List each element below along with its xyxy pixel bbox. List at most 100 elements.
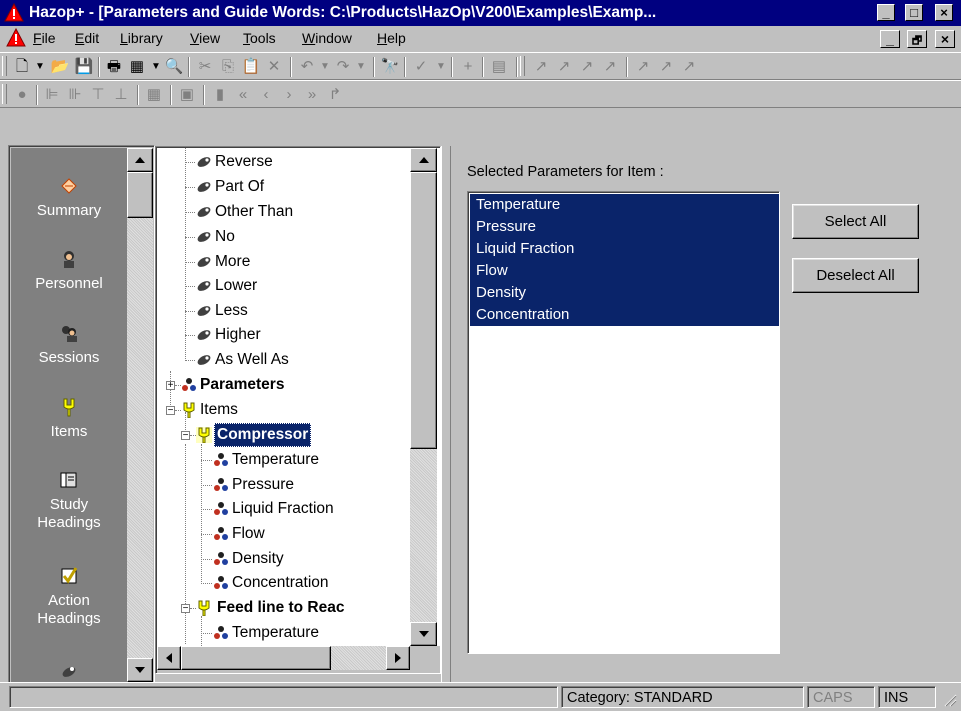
tree-items-node[interactable]: − Items bbox=[157, 398, 441, 422]
tree-guide-word-reverse[interactable]: Reverse bbox=[157, 150, 441, 174]
align-right-icon[interactable]: ⊪ bbox=[65, 85, 85, 105]
mdi-restore-button[interactable]: 🗗 bbox=[907, 30, 927, 48]
new-icon[interactable]: 🗋 bbox=[12, 57, 32, 77]
library-tree[interactable]: Reverse Part Of Other Than No More Lower… bbox=[157, 148, 441, 646]
tree-guide-word-more[interactable]: More bbox=[157, 250, 441, 274]
redo-dropdown-icon[interactable]: ▼ bbox=[351, 57, 371, 77]
tool-c-icon[interactable]: ↗ bbox=[577, 57, 597, 77]
tree-guide-word-lower[interactable]: Lower bbox=[157, 274, 441, 298]
tree-hscrollbar[interactable] bbox=[157, 646, 410, 670]
record-icon[interactable]: ● bbox=[12, 85, 32, 105]
list-item-pressure[interactable]: Pressure bbox=[470, 216, 779, 238]
tool-f-icon[interactable]: ↗ bbox=[656, 57, 676, 77]
tree-scroll-down-button[interactable] bbox=[410, 622, 437, 646]
spellcheck-dropdown-icon[interactable]: ▼ bbox=[431, 57, 451, 77]
tree-param-pressure[interactable]: Pressure bbox=[157, 473, 441, 497]
nav-sessions[interactable]: Sessions bbox=[11, 323, 127, 367]
tool-a-icon[interactable]: ↗ bbox=[531, 57, 551, 77]
cut-icon[interactable]: ✂ bbox=[195, 57, 215, 77]
tool-g-icon[interactable]: ↗ bbox=[679, 57, 699, 77]
nav-scroll-up-button[interactable] bbox=[127, 148, 153, 172]
frame-icon[interactable]: ▣ bbox=[177, 85, 197, 105]
redo-icon[interactable]: ↷ bbox=[333, 57, 353, 77]
print-layout-icon[interactable]: ▦ bbox=[127, 57, 147, 77]
paste-icon[interactable]: 📋 bbox=[241, 57, 261, 77]
list-item-concentration[interactable]: Concentration bbox=[470, 304, 779, 326]
nav-scroll-thumb[interactable] bbox=[127, 172, 153, 218]
tree-scroll-left-button[interactable] bbox=[157, 646, 181, 670]
list-item-liquid-fraction[interactable]: Liquid Fraction bbox=[470, 238, 779, 260]
new-dropdown-icon[interactable]: ▼ bbox=[30, 57, 50, 77]
print-preview-icon[interactable]: 🔍 bbox=[164, 57, 184, 77]
menu-window[interactable]: Window bbox=[302, 30, 352, 46]
toolbar-grip[interactable] bbox=[2, 56, 7, 76]
delete-icon[interactable]: ✕ bbox=[264, 57, 284, 77]
tree-param-liquid-fraction[interactable]: Liquid Fraction bbox=[157, 497, 441, 521]
nav-more[interactable] bbox=[11, 662, 127, 682]
tree-guide-word-as-well-as[interactable]: As Well As bbox=[157, 348, 441, 372]
spellcheck-icon[interactable]: ✓ bbox=[411, 57, 431, 77]
tree-param-temperature-2[interactable]: Temperature bbox=[157, 621, 441, 645]
tree-parameters-node[interactable]: + Parameters bbox=[157, 373, 441, 397]
tree-scroll-thumb[interactable] bbox=[410, 172, 437, 449]
tree-item-compressor[interactable]: − Compressor bbox=[157, 423, 441, 447]
tree-guide-word-higher[interactable]: Higher bbox=[157, 323, 441, 347]
menu-view[interactable]: View bbox=[190, 30, 220, 46]
deselect-all-button[interactable]: Deselect All bbox=[792, 258, 919, 293]
pane-splitter[interactable] bbox=[441, 146, 451, 682]
collapse-minus-icon[interactable]: − bbox=[166, 406, 175, 416]
tree-param-flow[interactable]: Flow bbox=[157, 522, 441, 546]
add-icon[interactable]: + bbox=[458, 57, 478, 77]
menu-library[interactable]: Library bbox=[120, 30, 163, 46]
save-icon[interactable]: 💾 bbox=[74, 57, 94, 77]
nav-items[interactable]: Items bbox=[11, 397, 127, 441]
menu-edit[interactable]: Edit bbox=[75, 30, 99, 46]
undo-icon[interactable]: ↶ bbox=[297, 57, 317, 77]
goto-icon[interactable]: ↱ bbox=[325, 85, 345, 105]
tree-param-density[interactable]: Density bbox=[157, 547, 441, 571]
menu-help[interactable]: Help bbox=[377, 30, 406, 46]
nav-study-headings[interactable]: Study Headings bbox=[11, 470, 127, 532]
tree-guide-word-no[interactable]: No bbox=[157, 225, 441, 249]
collapse-minus-icon[interactable]: − bbox=[181, 431, 190, 441]
title-bar[interactable]: Hazop+ - [Parameters and Guide Words: C:… bbox=[0, 0, 961, 26]
tool-e-icon[interactable]: ↗ bbox=[633, 57, 653, 77]
open-folder-icon[interactable]: 📂 bbox=[50, 57, 70, 77]
undo-dropdown-icon[interactable]: ▼ bbox=[315, 57, 335, 77]
last-record-icon[interactable]: » bbox=[302, 85, 322, 105]
collapse-minus-icon[interactable]: − bbox=[181, 604, 190, 614]
resize-grip-icon[interactable] bbox=[941, 691, 957, 707]
mdi-close-button[interactable]: × bbox=[935, 30, 955, 48]
nav-summary[interactable]: Summary bbox=[11, 176, 127, 220]
nav-scroll-down-button[interactable] bbox=[127, 658, 153, 682]
first-record-icon[interactable]: « bbox=[233, 85, 253, 105]
nav-personnel[interactable]: Personnel bbox=[11, 249, 127, 293]
mdi-minimize-button[interactable]: _ bbox=[880, 30, 900, 48]
nav-action-headings[interactable]: Action Headings bbox=[11, 566, 127, 628]
tree-item-feed-line[interactable]: − Feed line to Reac bbox=[157, 596, 441, 620]
list-item-temperature[interactable]: Temperature bbox=[470, 194, 779, 216]
select-all-button[interactable]: Select All bbox=[792, 204, 919, 239]
find-icon[interactable]: 🔭 bbox=[380, 57, 400, 77]
expand-plus-icon[interactable]: + bbox=[166, 381, 175, 391]
tree-param-temperature[interactable]: Temperature bbox=[157, 448, 441, 472]
list-item-flow[interactable]: Flow bbox=[470, 260, 779, 282]
tree-scroll-up-button[interactable] bbox=[410, 148, 437, 172]
print-icon[interactable]: 🖶 bbox=[104, 57, 124, 77]
close-button[interactable]: × bbox=[935, 4, 953, 21]
tree-param-concentration[interactable]: Concentration bbox=[157, 571, 441, 595]
tool-d-icon[interactable]: ↗ bbox=[600, 57, 620, 77]
document-warning-icon[interactable] bbox=[6, 28, 26, 48]
align-bottom-icon[interactable]: ⊥ bbox=[111, 85, 131, 105]
align-left-icon[interactable]: ⊫ bbox=[42, 85, 62, 105]
grid-icon[interactable]: ▦ bbox=[144, 85, 164, 105]
list-item-density[interactable]: Density bbox=[470, 282, 779, 304]
calculator-icon[interactable]: ▤ bbox=[489, 57, 509, 77]
tree-vscrollbar[interactable] bbox=[410, 148, 437, 646]
tree-guide-word-other-than[interactable]: Other Than bbox=[157, 200, 441, 224]
record-set-icon[interactable]: ▮ bbox=[210, 85, 230, 105]
copy-icon[interactable]: ⎘ bbox=[218, 57, 238, 77]
minimize-button[interactable]: _ bbox=[877, 4, 895, 21]
menu-file[interactable]: File bbox=[33, 30, 56, 46]
tool-b-icon[interactable]: ↗ bbox=[554, 57, 574, 77]
